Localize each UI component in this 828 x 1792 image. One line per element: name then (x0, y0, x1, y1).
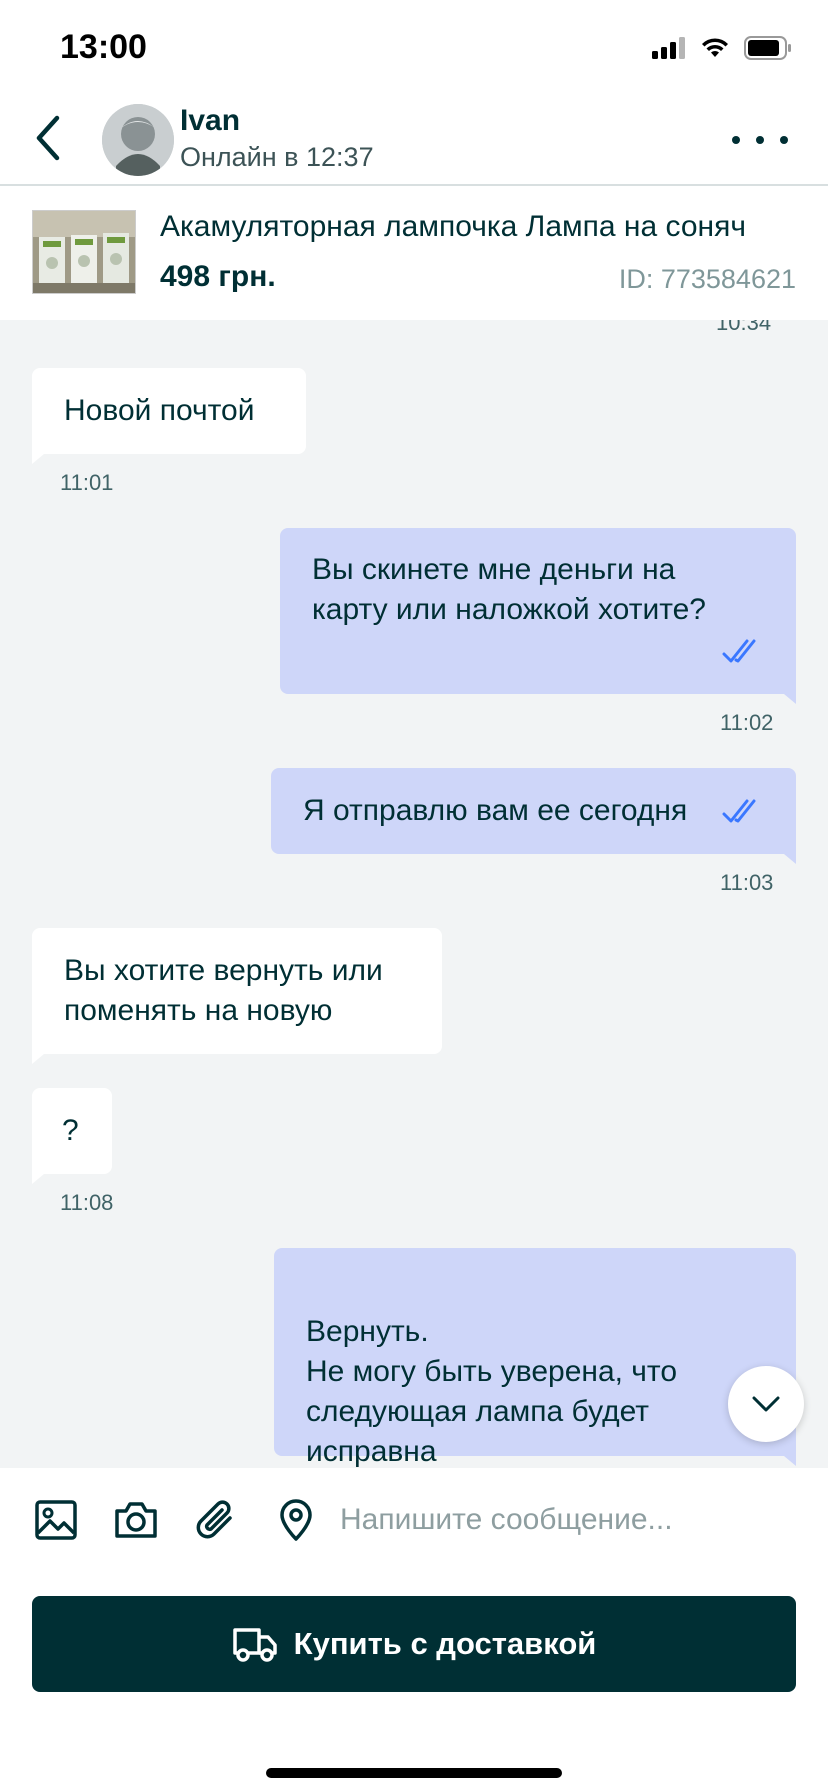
chevron-left-icon (36, 115, 60, 161)
location-pin-icon (280, 1499, 312, 1541)
listing-title[interactable]: Акамуляторная лампочка Лампа на соняч (160, 210, 796, 244)
paperclip-icon (196, 1500, 232, 1539)
outgoing-message[interactable]: Вы скинете мне деньги на карту или налож… (280, 528, 796, 704)
message-text: Я отправлю вам ее сегодня (303, 794, 688, 827)
attach-image-button[interactable] (30, 1494, 82, 1546)
message-composer: Купить с доставкой (0, 1468, 828, 1792)
double-check-read-icon (722, 799, 756, 823)
message-time: 11:02 (720, 710, 774, 735)
message-text: Вы скинете мне деньги на карту или налож… (312, 553, 706, 626)
wifi-icon (702, 38, 728, 57)
message-text: ? (62, 1114, 79, 1147)
outgoing-message[interactable]: Вернуть. Не могу быть уверена, что следу… (274, 1248, 796, 1468)
take-photo-button[interactable] (110, 1494, 162, 1546)
battery-icon (744, 36, 791, 60)
avatar[interactable] (102, 104, 174, 176)
listing-id: ID: 773584621 (618, 264, 796, 294)
share-location-button[interactable] (270, 1494, 322, 1546)
incoming-message[interactable]: Вы хотите вернуть или поменять на новую (32, 928, 442, 1064)
buy-button-label: Купить с доставкой (293, 1626, 597, 1661)
truck-icon (232, 1628, 277, 1662)
message-list[interactable]: 10:34 Новой почтой 11:01 Вы скинете мне … (0, 320, 828, 1468)
more-options-button[interactable] (732, 122, 788, 158)
contact-name[interactable]: Ivan (180, 104, 240, 138)
chat-header: Ivan Онлайн в 12:37 (0, 100, 828, 186)
double-check-read-icon (722, 639, 756, 663)
product-photo-icon (33, 211, 135, 293)
back-button[interactable] (28, 110, 68, 166)
message-time: 11:08 (60, 1190, 114, 1215)
status-time: 13:00 (60, 28, 147, 66)
scroll-to-bottom-button[interactable] (728, 1366, 804, 1442)
home-indicator (266, 1768, 562, 1778)
more-dot-icon (756, 136, 764, 144)
message-time: 10:34 (716, 320, 772, 335)
listing-thumbnail[interactable] (32, 210, 136, 294)
message-time: 11:03 (720, 870, 774, 895)
attach-file-button[interactable] (190, 1494, 242, 1546)
message-input[interactable] (340, 1490, 800, 1550)
more-dot-icon (780, 136, 788, 144)
image-icon (35, 1500, 77, 1540)
status-icons (652, 36, 792, 60)
chevron-down-icon (752, 1396, 780, 1412)
outgoing-message[interactable]: Я отправлю вам ее сегодня (271, 768, 796, 864)
message-text: Новой почтой (64, 394, 255, 427)
listing-price: 498 грн. (160, 260, 276, 293)
status-bar: 13:00 (0, 0, 828, 100)
contact-status: Онлайн в 12:37 (180, 142, 374, 172)
message-text: Вернуть. Не могу быть уверена, что следу… (306, 1315, 678, 1468)
buy-with-delivery-button[interactable]: Купить с доставкой (32, 1596, 796, 1692)
incoming-message[interactable]: ? (32, 1088, 112, 1184)
message-time: 11:01 (60, 470, 114, 495)
cellular-signal-icon (652, 37, 685, 59)
incoming-message[interactable]: Новой почтой (32, 368, 306, 464)
listing-bar[interactable]: Акамуляторная лампочка Лампа на соняч 49… (0, 188, 828, 320)
more-dot-icon (732, 136, 740, 144)
message-text: Вы хотите вернуть или поменять на новую (64, 954, 383, 1027)
avatar-silhouette-icon (102, 104, 174, 176)
camera-icon (115, 1502, 157, 1538)
